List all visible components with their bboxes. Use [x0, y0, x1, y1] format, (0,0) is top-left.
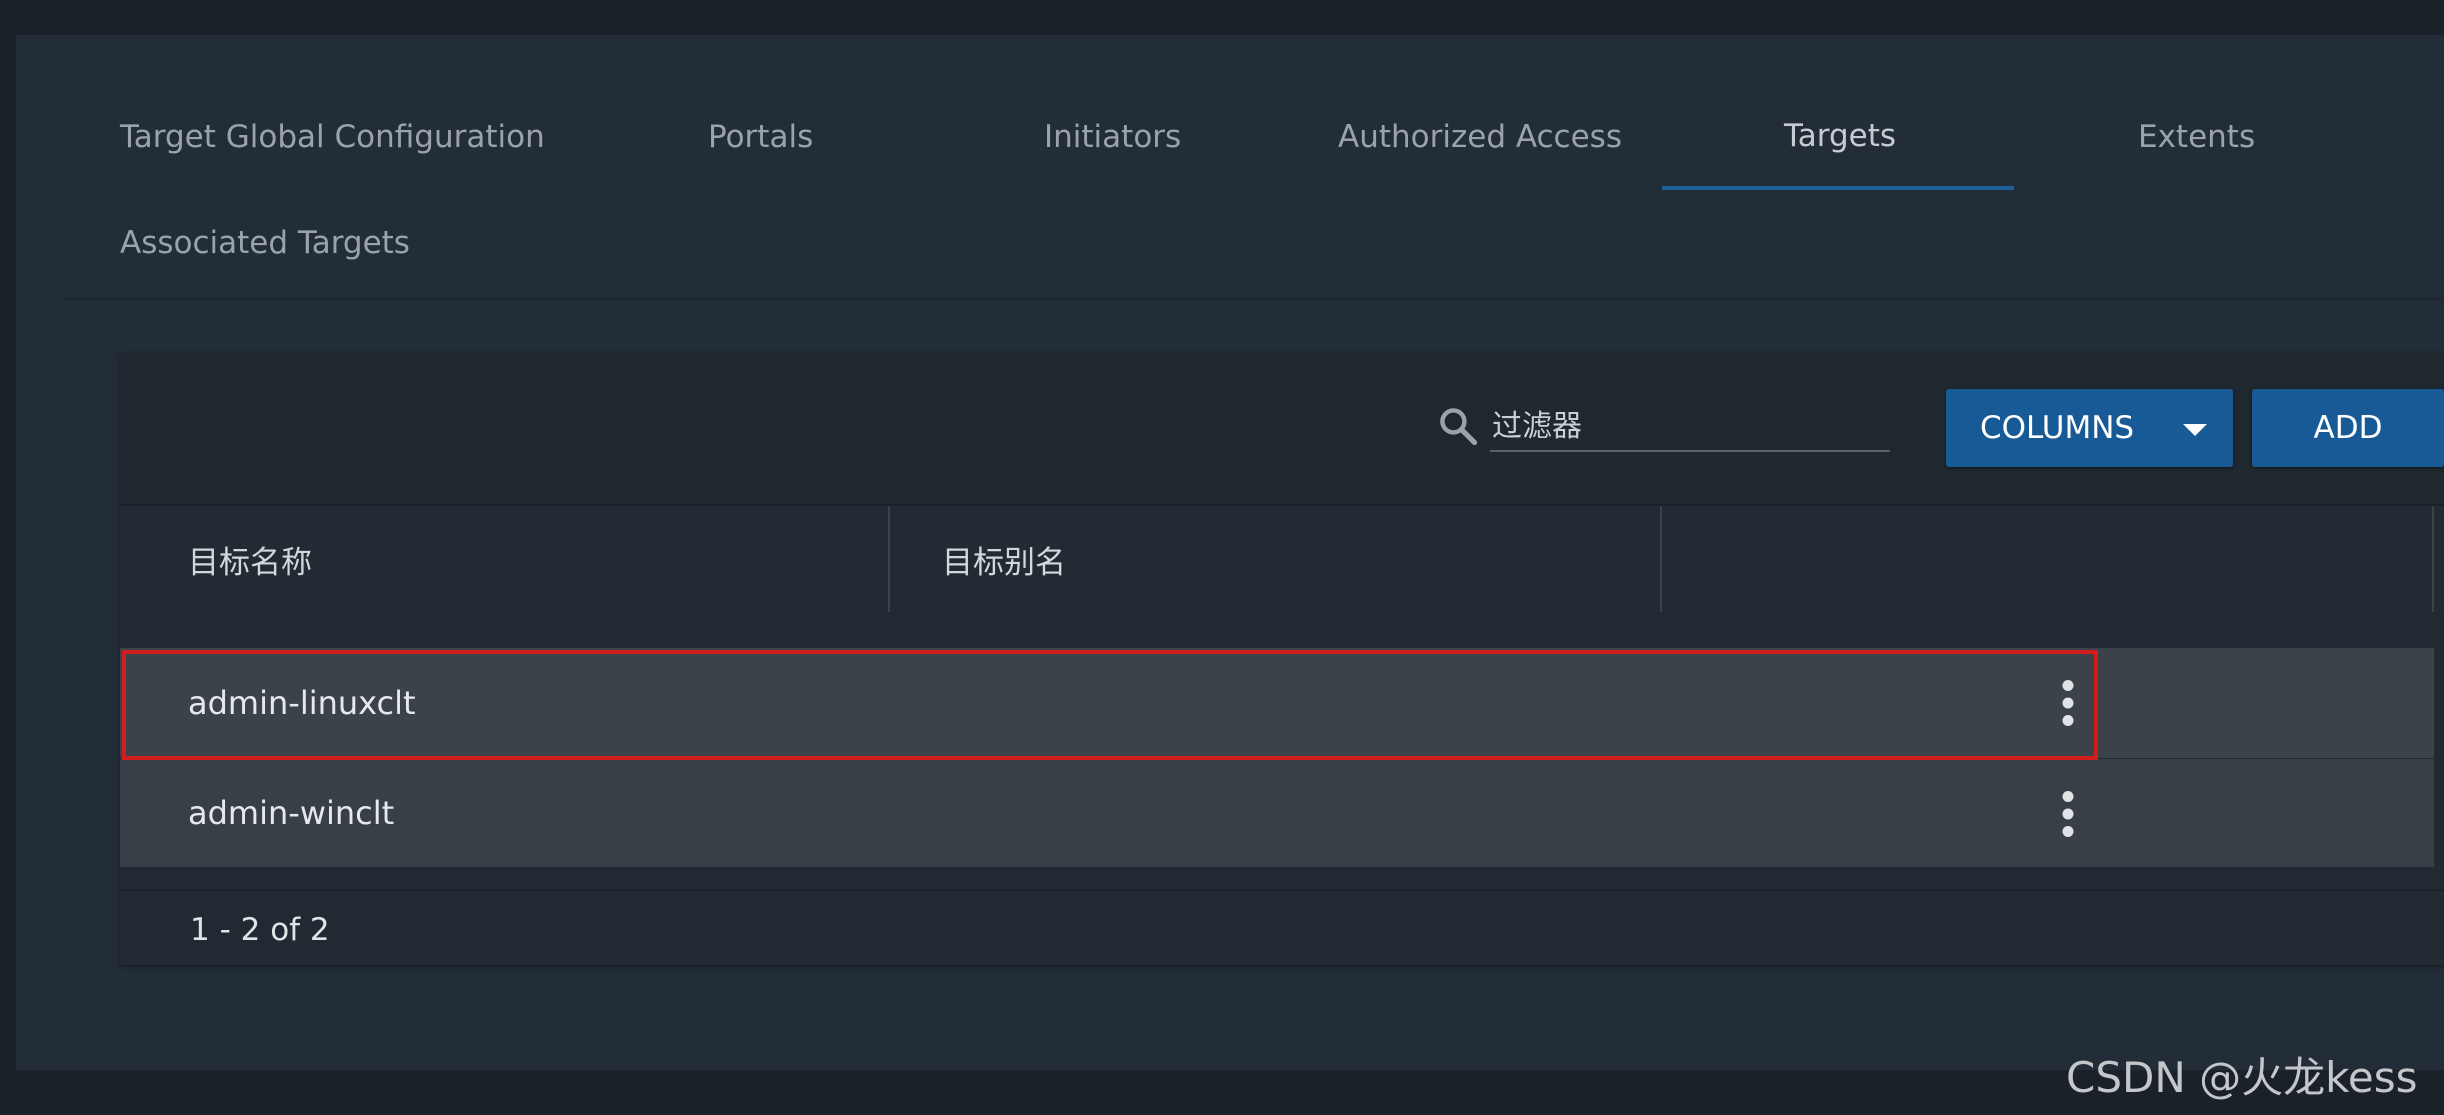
target-name-cell: admin-linuxclt: [188, 684, 416, 722]
target-name-cell: admin-winclt: [188, 794, 395, 832]
more-vert-icon[interactable]: [2050, 678, 2086, 728]
column-header-target-alias[interactable]: 目标别名: [890, 506, 1662, 612]
tab-targets[interactable]: Targets: [1784, 118, 1896, 154]
tab-authorized-access[interactable]: Authorized Access: [1338, 119, 1622, 155]
tabs-divider: [64, 298, 2444, 300]
table-header: 目标名称 目标别名: [120, 504, 2444, 612]
tab-bar: Target Global Configuration Portals Init…: [16, 35, 2444, 300]
main-panel: Target Global Configuration Portals Init…: [16, 35, 2444, 1070]
targets-table-card: COLUMNS ADD 目标名称 目标别名 admin-linuxclt: [120, 352, 2444, 965]
active-tab-indicator: [1662, 186, 2014, 190]
column-header-target-name[interactable]: 目标名称: [120, 506, 890, 612]
add-button-label: ADD: [2313, 410, 2383, 446]
column-header-label: 目标名称: [188, 544, 312, 581]
add-button[interactable]: ADD: [2252, 389, 2444, 467]
tab-extents[interactable]: Extents: [2138, 119, 2255, 155]
more-vert-icon[interactable]: [2050, 789, 2086, 839]
caret-down-icon: [2183, 424, 2207, 436]
column-header-actions: [1662, 506, 2434, 612]
table-toolbar: COLUMNS ADD: [120, 352, 2444, 504]
pagination-range: 1 - 2 of 2: [190, 912, 330, 948]
table-row[interactable]: admin-winclt: [120, 759, 2434, 867]
tab-associated-targets[interactable]: Associated Targets: [120, 225, 410, 261]
table-footer-divider: [120, 889, 2444, 891]
search-icon: [1440, 408, 1478, 446]
filter-input[interactable]: [1490, 402, 1890, 452]
column-header-label: 目标别名: [942, 544, 1066, 581]
table-row[interactable]: admin-linuxclt: [120, 648, 2434, 758]
tab-portals[interactable]: Portals: [708, 119, 813, 155]
columns-button-label: COLUMNS: [1980, 410, 2135, 446]
watermark: CSDN @火龙kess: [2066, 1053, 2418, 1102]
tab-target-global-configuration[interactable]: Target Global Configuration: [120, 119, 545, 155]
columns-button[interactable]: COLUMNS: [1946, 389, 2233, 467]
tab-initiators[interactable]: Initiators: [1044, 119, 1181, 155]
